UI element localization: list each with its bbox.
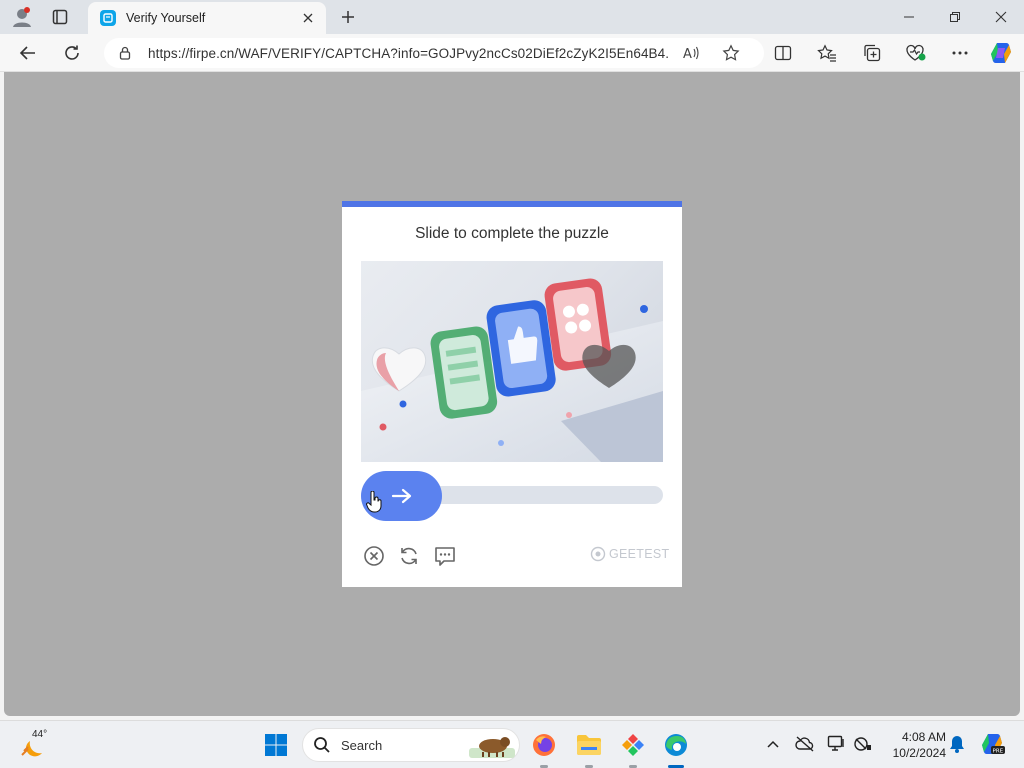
- system-clock[interactable]: 4:08 AM 10/2/2024: [880, 729, 946, 761]
- svg-text:A: A: [683, 47, 692, 61]
- clock-time: 4:08 AM: [901, 730, 946, 744]
- tab-actions-icon[interactable]: [46, 4, 74, 30]
- favorite-star-icon[interactable]: [718, 41, 744, 65]
- geetest-brand: GEETEST: [590, 546, 669, 562]
- new-tab-icon[interactable]: [334, 4, 362, 30]
- tab-favicon-icon: [100, 10, 116, 26]
- tray-chevron-icon[interactable]: [762, 733, 784, 755]
- minimize-icon[interactable]: [886, 0, 932, 34]
- feedback-icon[interactable]: [433, 544, 457, 568]
- tab-close-icon[interactable]: [298, 8, 318, 28]
- app-icon[interactable]: [617, 729, 649, 761]
- search-icon: [314, 737, 330, 753]
- browser-tab-bar: Verify Yourself: [0, 0, 1024, 34]
- edge-icon[interactable]: [660, 729, 692, 761]
- search-placeholder: Search: [341, 737, 383, 753]
- notification-bell-icon[interactable]: [946, 733, 968, 755]
- refresh-icon[interactable]: [57, 39, 87, 67]
- puzzle-image: [361, 261, 663, 462]
- search-highlight-icon: [469, 737, 515, 758]
- svg-text:PRE: PRE: [993, 749, 1004, 755]
- captcha-title: Slide to complete the puzzle: [415, 225, 609, 242]
- geetest-logo-icon: [590, 546, 606, 562]
- page-viewport: Slide to complete the puzzle GEETEST: [4, 72, 1020, 716]
- split-screen-icon[interactable]: [768, 39, 798, 67]
- back-icon[interactable]: [13, 39, 43, 67]
- captcha-dialog: Slide to complete the puzzle GEETEST: [342, 201, 682, 587]
- more-icon[interactable]: [945, 39, 975, 67]
- captcha-accent-bar: [342, 201, 682, 207]
- windows-taskbar: 44° Search 4:08 AM 10/2/2024 PRE: [0, 720, 1024, 768]
- display-icon[interactable]: [826, 733, 848, 755]
- tab-title: Verify Yourself: [126, 11, 206, 25]
- mouse-cursor-icon: [366, 490, 382, 513]
- restore-icon[interactable]: [932, 0, 978, 34]
- file-explorer-icon[interactable]: [573, 729, 605, 761]
- read-aloud-icon[interactable]: A: [678, 41, 704, 65]
- lock-icon[interactable]: [118, 46, 132, 60]
- cloud-offline-icon[interactable]: [794, 733, 816, 755]
- taskbar-search[interactable]: Search: [302, 728, 520, 762]
- close-window-icon[interactable]: [978, 0, 1024, 34]
- browser-essentials-icon[interactable]: [901, 39, 931, 67]
- firefox-icon[interactable]: [528, 729, 560, 761]
- active-tab[interactable]: Verify Yourself: [88, 2, 326, 34]
- address-bar[interactable]: https://firpe.cn/WAF/VERIFY/CAPTCHA?info…: [104, 38, 764, 68]
- browser-toolbar: https://firpe.cn/WAF/VERIFY/CAPTCHA?info…: [0, 34, 1024, 72]
- refresh-icon[interactable]: [397, 544, 421, 568]
- network-icon[interactable]: [852, 733, 874, 755]
- start-icon[interactable]: [260, 729, 292, 761]
- clock-date: 10/2/2024: [892, 746, 946, 760]
- copilot-pre-icon[interactable]: PRE: [980, 733, 1006, 755]
- collections-icon[interactable]: [857, 39, 887, 67]
- arrow-right-icon: [391, 488, 411, 504]
- profile-icon[interactable]: [8, 4, 36, 30]
- geetest-brand-text: GEETEST: [609, 547, 670, 561]
- favorites-icon[interactable]: [812, 39, 842, 67]
- weather-temperature: 44°: [32, 729, 48, 740]
- url-text[interactable]: https://firpe.cn/WAF/VERIFY/CAPTCHA?info…: [148, 46, 668, 61]
- copilot-icon[interactable]: [986, 39, 1016, 67]
- close-circle-icon[interactable]: [362, 544, 386, 568]
